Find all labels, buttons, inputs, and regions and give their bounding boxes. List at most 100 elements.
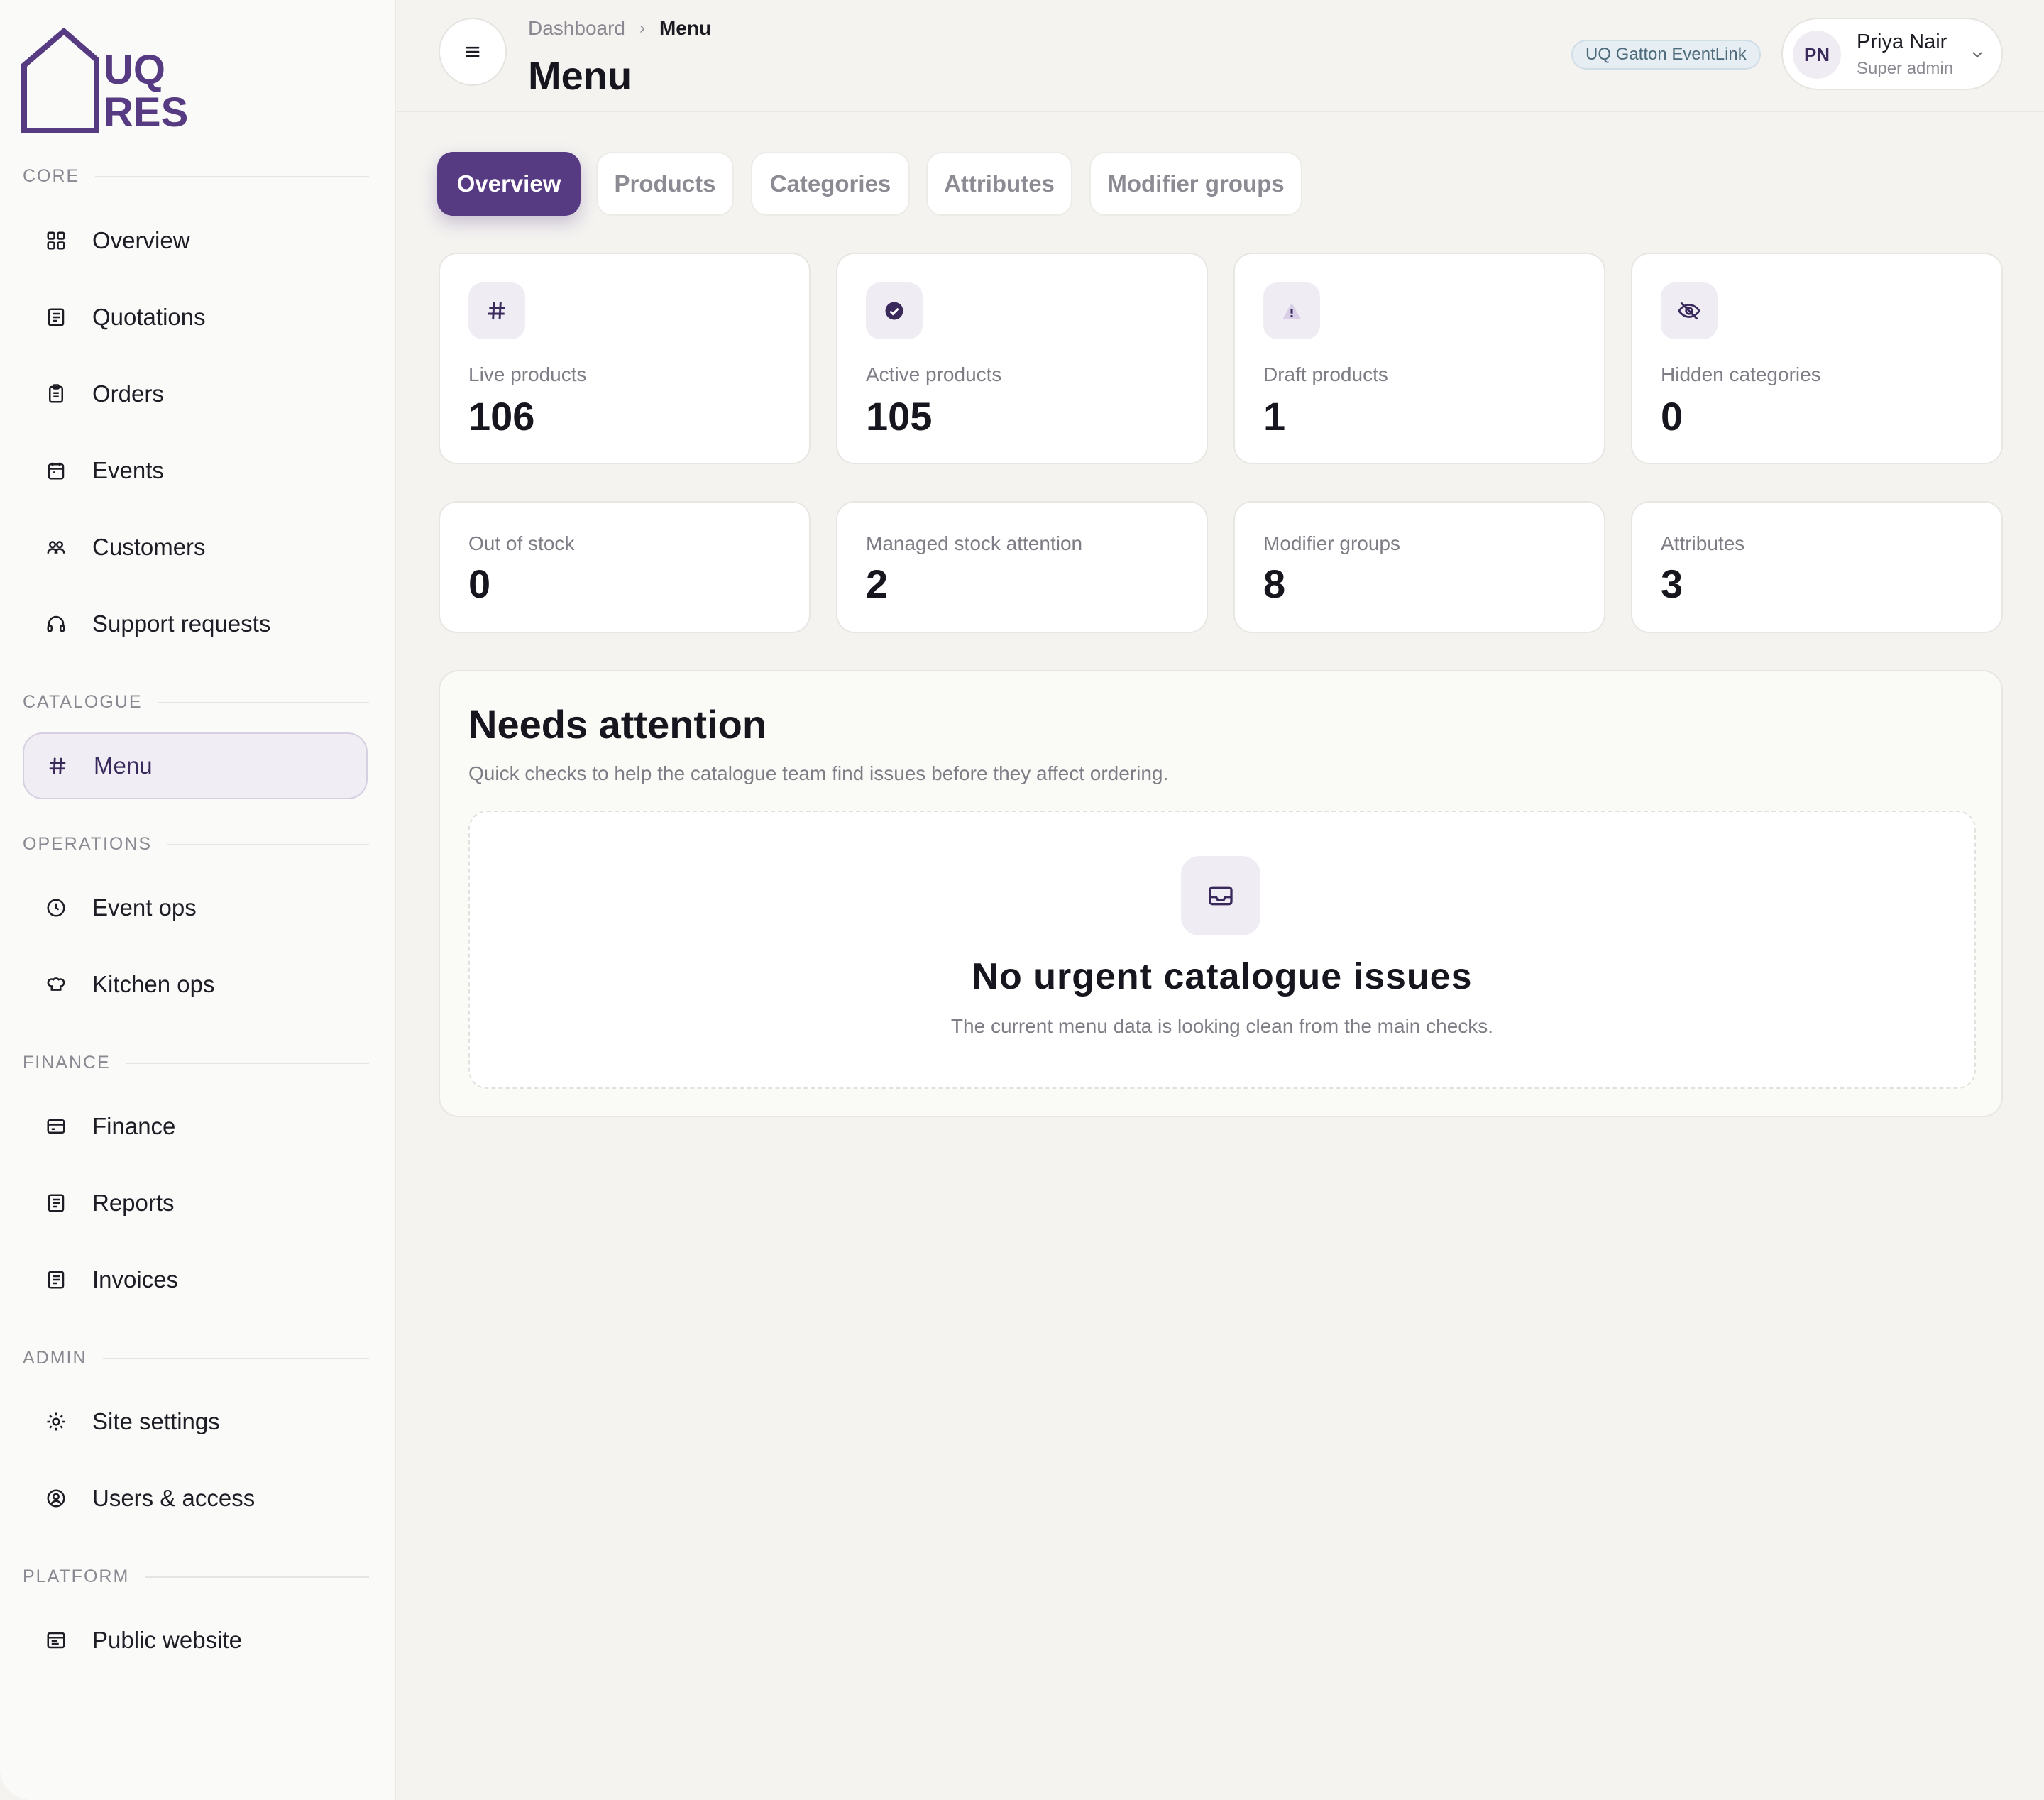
stat-label: Out of stock — [468, 532, 575, 554]
stat-value: 2 — [866, 561, 889, 606]
inbox-icon — [1181, 856, 1260, 935]
sidebar-item-label: Site settings — [92, 1408, 220, 1434]
sidebar-item-customers[interactable]: Customers — [23, 514, 368, 581]
top-header: Dashboard › Menu Menu UQ Gatton EventLin… — [396, 0, 2044, 112]
document-icon — [45, 307, 67, 328]
stat-value: 105 — [866, 394, 933, 439]
stat-card-attributes: Attributes 3 — [1631, 501, 2003, 633]
sidebar-item-kitchen-ops[interactable]: Kitchen ops — [23, 951, 368, 1018]
breadcrumb: Dashboard › Menu — [528, 17, 711, 40]
breadcrumb-dashboard-link[interactable]: Dashboard — [528, 17, 625, 40]
hamburger-icon — [466, 46, 480, 57]
sidebar-item-orders[interactable]: Orders — [23, 361, 368, 427]
stat-value: 8 — [1263, 561, 1286, 606]
stat-card-modifier-groups: Modifier groups 8 — [1233, 501, 1605, 633]
clock-icon — [45, 897, 67, 918]
sidebar-item-label: Quotations — [92, 304, 206, 330]
sidebar-item-menu[interactable]: Menu — [23, 732, 368, 799]
document-icon — [45, 1192, 67, 1214]
grid-icon — [45, 230, 67, 251]
stat-label: Live products — [468, 363, 587, 385]
sidebar: UQ RES CORE Overview Quotations Orders E… — [0, 0, 396, 1800]
section-label-core: CORE — [23, 166, 369, 187]
sidebar-item-label: Kitchen ops — [92, 971, 215, 997]
headset-icon — [45, 613, 67, 635]
sidebar-item-label: Invoices — [92, 1266, 179, 1293]
needs-attention-panel: Needs attention Quick checks to help the… — [439, 670, 2003, 1117]
section-label-finance: FINANCE — [23, 1053, 369, 1073]
stat-value: 106 — [468, 394, 535, 439]
stat-card-out-of-stock: Out of stock 0 — [439, 501, 811, 633]
tab-categories[interactable]: Categories — [751, 152, 910, 216]
sidebar-item-label: Event ops — [92, 894, 197, 921]
stat-value: 1 — [1263, 394, 1286, 439]
panel-title: Needs attention — [468, 702, 767, 747]
hash-icon — [468, 282, 525, 339]
document-icon — [45, 1269, 67, 1290]
check-circle-icon — [866, 282, 923, 339]
sidebar-item-users-access[interactable]: Users & access — [23, 1465, 368, 1532]
sidebar-toggle-button[interactable] — [439, 18, 507, 86]
sidebar-item-label: Orders — [92, 380, 164, 407]
clipboard-icon — [45, 383, 67, 405]
eye-off-icon — [1661, 282, 1718, 339]
sidebar-item-label: Support requests — [92, 610, 271, 637]
user-menu-button[interactable]: PN Priya Nair Super admin — [1781, 18, 2003, 90]
sidebar-item-reports[interactable]: Reports — [23, 1170, 368, 1236]
credit-card-icon — [45, 1116, 67, 1137]
stat-value: 3 — [1661, 561, 1683, 606]
chevron-down-icon — [1972, 52, 1982, 58]
tab-products[interactable]: Products — [596, 152, 734, 216]
chevron-right-icon: › — [639, 18, 645, 38]
logo-text-bottom: RES — [104, 89, 188, 133]
sidebar-item-label: Reports — [92, 1190, 175, 1216]
empty-state: No urgent catalogue issues The current m… — [468, 811, 1976, 1089]
stat-value: 0 — [468, 561, 491, 606]
sidebar-item-overview[interactable]: Overview — [23, 207, 368, 274]
sidebar-item-finance[interactable]: Finance — [23, 1093, 368, 1160]
users-icon — [45, 537, 67, 558]
stat-card-managed-stock-attention: Managed stock attention 2 — [836, 501, 1208, 633]
sidebar-item-invoices[interactable]: Invoices — [23, 1246, 368, 1313]
stat-label: Draft products — [1263, 363, 1388, 385]
browser-icon — [45, 1630, 67, 1651]
sidebar-item-label: Events — [92, 457, 164, 483]
sidebar-item-label: Menu — [94, 752, 153, 779]
stat-label: Hidden categories — [1661, 363, 1821, 385]
sidebar-item-label: Users & access — [92, 1485, 256, 1511]
sidebar-item-events[interactable]: Events — [23, 437, 368, 504]
stat-label: Attributes — [1661, 532, 1745, 554]
tab-modifier-groups[interactable]: Modifier groups — [1089, 152, 1302, 216]
tab-overview[interactable]: Overview — [437, 152, 581, 216]
brand-logo[interactable]: UQ RES — [21, 27, 199, 136]
panel-subtitle: Quick checks to help the catalogue team … — [468, 762, 1169, 784]
stat-card-hidden-categories: Hidden categories 0 — [1631, 253, 2003, 464]
section-label-platform: PLATFORM — [23, 1566, 369, 1587]
sidebar-item-site-settings[interactable]: Site settings — [23, 1388, 368, 1455]
empty-state-subtitle: The current menu data is looking clean f… — [950, 1015, 1494, 1037]
sidebar-item-quotations[interactable]: Quotations — [23, 284, 368, 351]
sidebar-item-support-requests[interactable]: Support requests — [23, 591, 368, 657]
tab-attributes[interactable]: Attributes — [926, 152, 1072, 216]
stat-label: Modifier groups — [1263, 532, 1400, 554]
section-label-catalogue: CATALOGUE — [23, 692, 369, 713]
sidebar-item-label: Customers — [92, 534, 206, 560]
sidebar-item-public-website[interactable]: Public website — [23, 1607, 368, 1674]
user-role: Super admin — [1857, 59, 1954, 78]
gear-icon — [45, 1411, 67, 1432]
stat-card-draft-products: Draft products 1 — [1233, 253, 1605, 464]
avatar: PN — [1793, 31, 1841, 79]
sidebar-item-label: Finance — [92, 1113, 176, 1139]
sidebar-item-label: Public website — [92, 1627, 242, 1653]
calendar-icon — [45, 460, 67, 481]
sidebar-item-label: Overview — [92, 227, 190, 253]
stat-label: Active products — [866, 363, 1002, 385]
app-window: UQ RES CORE Overview Quotations Orders E… — [0, 0, 2044, 1800]
stat-value: 0 — [1661, 394, 1683, 439]
stat-label: Managed stock attention — [866, 532, 1083, 554]
sidebar-item-event-ops[interactable]: Event ops — [23, 874, 368, 941]
tenant-badge: UQ Gatton EventLink — [1571, 40, 1761, 70]
stat-card-active-products: Active products 105 — [836, 253, 1208, 464]
breadcrumb-current: Menu — [659, 17, 712, 39]
empty-state-title: No urgent catalogue issues — [972, 956, 1473, 997]
